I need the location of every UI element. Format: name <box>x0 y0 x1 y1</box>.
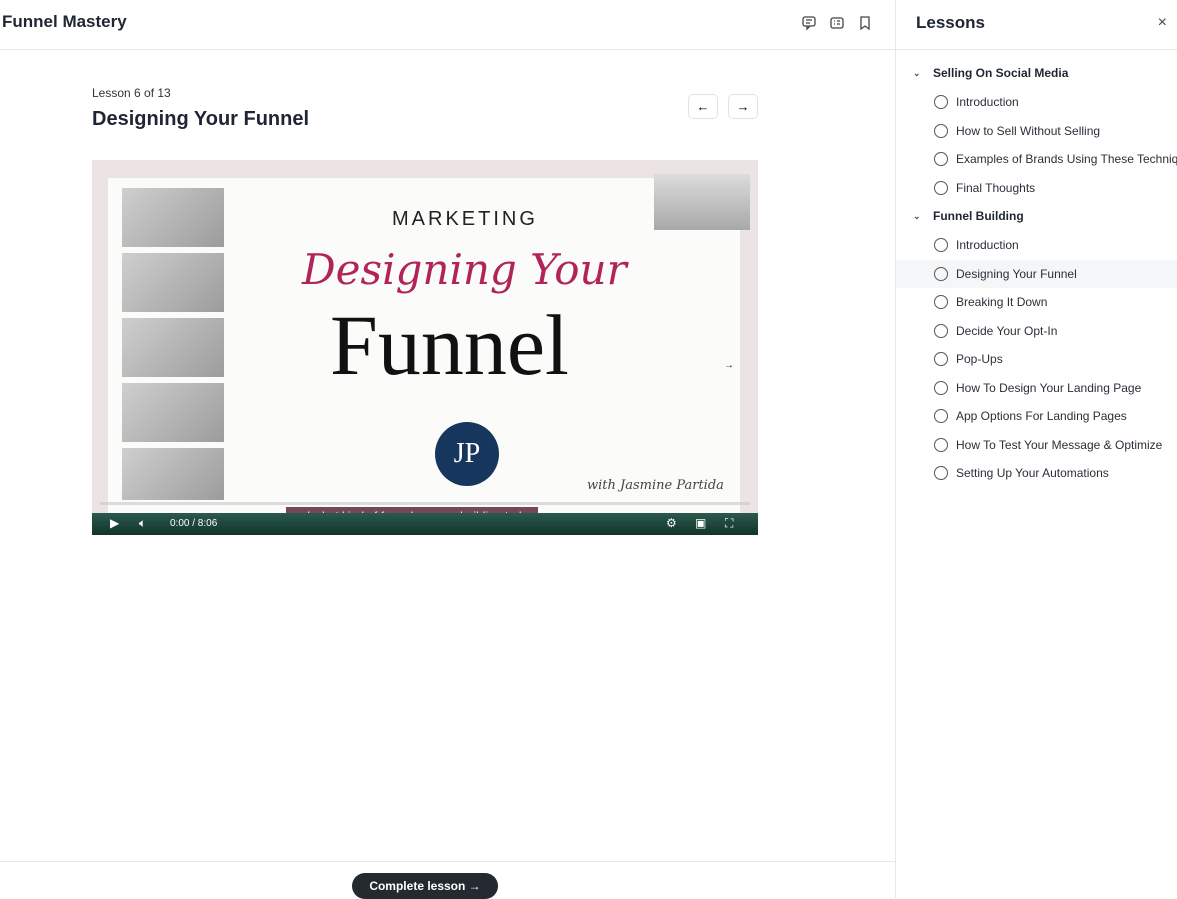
volume-icon[interactable]: 🔈︎ <box>139 516 146 531</box>
lesson-content: Lesson 6 of 13 Designing Your Funnel ← →… <box>0 50 895 862</box>
close-icon[interactable]: × <box>1158 14 1167 32</box>
settings-icon[interactable]: ⚙ <box>666 516 677 530</box>
incomplete-circle-icon <box>934 95 948 109</box>
lesson-item-label: Pop-Ups <box>956 352 1003 366</box>
chevron-down-icon: ⌄ <box>913 211 921 221</box>
lesson-counter: Lesson 6 of 13 <box>92 86 171 100</box>
lesson-item-label: Setting Up Your Automations <box>956 466 1109 480</box>
lesson-item[interactable]: How to Sell Without Selling <box>896 117 1177 146</box>
lesson-item[interactable]: Introduction <box>896 88 1177 117</box>
lesson-item[interactable]: Introduction <box>896 231 1177 260</box>
video-big-title: Funnel <box>330 297 569 393</box>
top-bar: Funnel Mastery <box>0 0 895 50</box>
incomplete-circle-icon <box>934 437 948 452</box>
lesson-item[interactable]: App Options For Landing Pages <box>896 402 1177 431</box>
section-title: Funnel Building <box>933 209 1024 223</box>
lesson-title: Designing Your Funnel <box>92 108 310 130</box>
lesson-item[interactable]: Decide Your Opt-In <box>896 317 1177 346</box>
incomplete-circle-icon <box>934 409 948 423</box>
lesson-item-label: Designing Your Funnel <box>956 266 1077 281</box>
section-header[interactable]: ⌄ Funnel Building <box>896 202 1177 231</box>
lesson-item-label: How To Test Your Message & Optimize <box>956 437 1163 452</box>
video-script-title: Designing Your <box>302 245 627 294</box>
incomplete-circle-icon <box>934 323 948 338</box>
lesson-item[interactable]: How To Design Your Landing Page <box>896 374 1177 403</box>
incomplete-circle-icon <box>934 295 948 309</box>
section-title: Selling On Social Media <box>933 66 1069 80</box>
footer-bar: Complete lesson → <box>0 861 895 899</box>
course-title: Funnel Mastery <box>2 12 127 31</box>
incomplete-circle-icon <box>934 380 948 395</box>
lesson-item[interactable]: Examples of Brands Using These Technique… <box>896 145 1177 174</box>
incomplete-circle-icon <box>934 352 948 366</box>
sidebar-title: Lessons <box>916 13 985 32</box>
arrow-right-icon: → <box>724 360 734 371</box>
video-controls: ▶ 🔈︎ 0:00 / 8:06 ⚙ ▣ ⛶ <box>92 513 758 535</box>
picture-in-picture-icon[interactable]: ▣ <box>695 516 706 530</box>
lesson-item[interactable]: Pop-Ups <box>896 345 1177 374</box>
incomplete-circle-icon <box>934 266 948 281</box>
section-header[interactable]: ⌄ Selling On Social Media <box>896 59 1177 88</box>
comment-icon[interactable] <box>801 15 817 31</box>
complete-lesson-button[interactable]: Complete lesson → <box>352 873 498 899</box>
play-icon[interactable]: ▶ <box>110 516 119 530</box>
lesson-item[interactable]: Breaking It Down <box>896 288 1177 317</box>
lesson-item[interactable]: How To Test Your Message & Optimize <box>896 431 1177 460</box>
lesson-item-label: Final Thoughts <box>956 180 1036 195</box>
incomplete-circle-icon <box>934 466 948 480</box>
lesson-item[interactable]: Final Thoughts <box>896 174 1177 203</box>
next-lesson-button[interactable]: → <box>728 94 758 119</box>
lesson-list: ⌄ Selling On Social Media Introduction How … <box>896 50 1177 488</box>
incomplete-circle-icon <box>934 238 948 252</box>
video-signature: with Jasmine Partida <box>587 478 724 493</box>
video-progress-bar[interactable] <box>100 502 750 505</box>
chevron-down-icon: ⌄ <box>913 68 921 78</box>
incomplete-circle-icon <box>934 152 948 166</box>
lesson-item-label: Examples of Brands Using These Technique… <box>956 152 1177 166</box>
lesson-item-label: Introduction <box>956 95 1019 109</box>
bookmark-icon[interactable] <box>857 15 873 31</box>
incomplete-circle-icon <box>934 123 948 138</box>
video-heading: MARKETING <box>392 208 538 230</box>
lesson-item-label: Breaking It Down <box>956 295 1048 309</box>
lesson-item[interactable]: Setting Up Your Automations <box>896 459 1177 488</box>
previous-lesson-button[interactable]: ← <box>688 94 718 119</box>
lesson-item-label: App Options For Landing Pages <box>956 409 1127 423</box>
lessons-sidebar: Lessons × ⌄ Selling On Social Media Introd… <box>895 0 1177 898</box>
lesson-item-label: How to Sell Without Selling <box>956 123 1101 138</box>
lesson-item[interactable]: Designing Your Funnel <box>896 259 1177 288</box>
notes-icon[interactable] <box>829 15 845 31</box>
presenter-webcam <box>654 174 750 230</box>
incomplete-circle-icon <box>934 180 948 195</box>
slide-thumbnails <box>122 188 224 506</box>
video-time: 0:00 / 8:06 <box>170 518 218 529</box>
video-player[interactable]: MARKETING Designing Your Funnel JP with … <box>92 160 758 535</box>
fullscreen-icon[interactable]: ⛶ <box>725 516 733 531</box>
lesson-item-label: Introduction <box>956 238 1019 252</box>
lesson-item-label: How To Design Your Landing Page <box>956 380 1142 395</box>
lesson-item-label: Decide Your Opt-In <box>956 323 1058 338</box>
jp-logo: JP <box>435 422 499 486</box>
